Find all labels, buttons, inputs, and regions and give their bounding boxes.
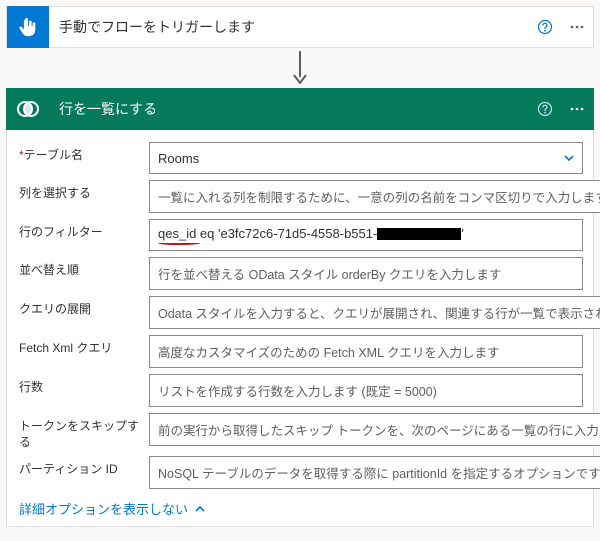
table-name-value: Rooms [158,151,199,166]
action-card-header[interactable]: 行を一覧にする [6,88,594,130]
skip-token-input[interactable]: 前の実行から取得したスキップ トークンを、次のページにある一覧の行に入力します [149,413,600,446]
help-button[interactable] [529,88,561,130]
trigger-card-header[interactable]: 手動でフローをトリガーします [6,6,594,48]
redacted-segment [377,228,461,240]
more-button[interactable] [561,6,593,48]
manual-trigger-icon [7,6,49,48]
label-skip-token: トークンをスキップする [19,413,149,450]
more-button[interactable] [561,88,593,130]
label-sort-by: 並べ替え順 [19,257,149,279]
expand-query-input[interactable]: Odata スタイルを入力すると、クエリが展開され、関連する行が一覧で表示されま… [149,296,600,329]
flow-arrow [6,48,594,88]
dataverse-icon [7,88,49,130]
row-count-input[interactable]: リストを作成する行数を入力します (既定 = 5000) [149,374,583,407]
spellcheck-underline [158,243,200,245]
table-name-dropdown[interactable]: Rooms [149,142,583,174]
toggle-advanced-options[interactable]: 詳細オプションを表示しない [19,499,206,518]
partition-id-input[interactable]: NoSQL テーブルのデータを取得する際に partitionId を指定するオ… [149,456,600,489]
help-button[interactable] [529,6,561,48]
label-select-columns: 列を選択する [19,180,149,202]
toggle-advanced-options-label: 詳細オプションを表示しない [19,499,188,518]
trigger-title: 手動でフローをトリガーします [49,17,529,37]
label-partition-id: パーティション ID [19,456,149,478]
action-card-body: *テーブル名 Rooms 列を選択する 一覧に入れる列を制限するために、一意の列… [6,130,594,527]
select-columns-input[interactable]: 一覧に入れる列を制限するために、一意の列の名前をコンマ区切りで入力します [149,180,600,213]
action-title: 行を一覧にする [49,99,529,119]
chevron-down-icon [562,151,576,165]
label-row-count: 行数 [19,374,149,396]
chevron-up-icon [194,503,206,515]
filter-rows-input[interactable]: qes_id eq 'e3fc72c6-71d5-4558-b551-' [149,219,583,251]
label-table-name: *テーブル名 [19,142,149,164]
fetch-xml-input[interactable]: 高度なカスタマイズのための Fetch XML クエリを入力します [149,335,583,368]
label-filter-rows: 行のフィルター [19,219,149,241]
label-expand-query: クエリの展開 [19,296,149,318]
label-fetch-xml: Fetch Xml クエリ [19,335,149,357]
sort-by-input[interactable]: 行を並べ替える OData スタイル orderBy クエリを入力します [149,257,583,290]
